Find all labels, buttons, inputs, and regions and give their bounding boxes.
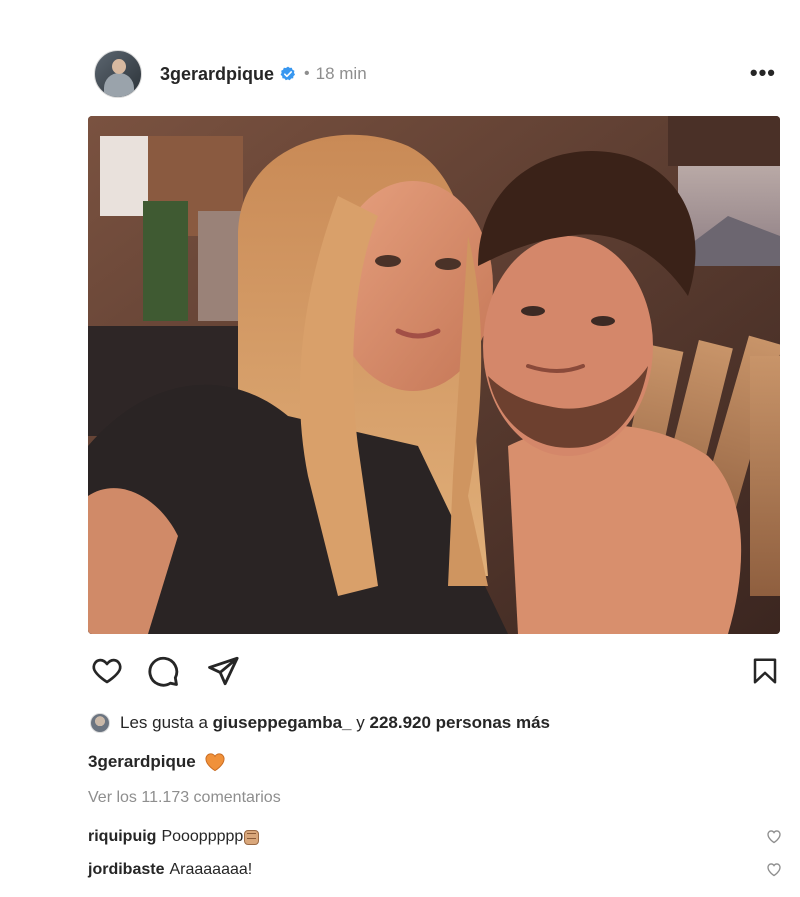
comment-username[interactable]: jordibaste	[88, 861, 164, 879]
caption-username[interactable]: 3gerardpique	[88, 752, 196, 772]
post-photo[interactable]	[88, 116, 780, 634]
fist-emoji-icon	[244, 829, 260, 845]
action-bar	[88, 650, 782, 690]
likes-summary: Les gusta a giuseppegamba_ y 228.920 per…	[90, 711, 550, 735]
avatar[interactable]	[94, 50, 142, 98]
likes-count[interactable]: 228.920 personas más	[369, 713, 550, 733]
likes-conjunction: y	[356, 713, 365, 732]
post-username[interactable]: 3gerardpique	[160, 64, 274, 85]
comment-username[interactable]: riquipuig	[88, 828, 156, 846]
post-photo-image	[88, 116, 780, 634]
comment-text: Poooppppp	[161, 828, 244, 845]
comment-heart-icon[interactable]	[766, 862, 782, 877]
post-time: 18 min	[315, 64, 367, 83]
heart-icon[interactable]	[90, 654, 124, 686]
liker-username[interactable]: giuseppegamba_	[213, 713, 352, 733]
view-comments-link[interactable]: Ver los 11.173 comentarios	[88, 789, 281, 807]
comment-icon[interactable]	[146, 654, 180, 688]
post-header: 3gerardpique • 18 min •••	[94, 50, 784, 98]
paper-plane-icon[interactable]	[206, 654, 240, 688]
verified-badge-icon	[280, 66, 296, 81]
liker-avatar[interactable]	[90, 713, 110, 733]
bookmark-icon[interactable]	[750, 654, 780, 688]
orange-heart-icon	[205, 753, 225, 772]
likes-prefix: Les gusta a	[120, 713, 208, 732]
caption: 3gerardpique	[88, 750, 226, 774]
comment-text: Araaaaaaa!	[169, 861, 253, 878]
more-options-icon[interactable]: •••	[750, 60, 776, 86]
comment-row: riquipuig Poooppppp	[88, 826, 782, 848]
separator-dot: •	[304, 65, 310, 82]
comment-row: jordibaste Araaaaaaa!	[88, 859, 782, 881]
comment-heart-icon[interactable]	[766, 829, 782, 844]
